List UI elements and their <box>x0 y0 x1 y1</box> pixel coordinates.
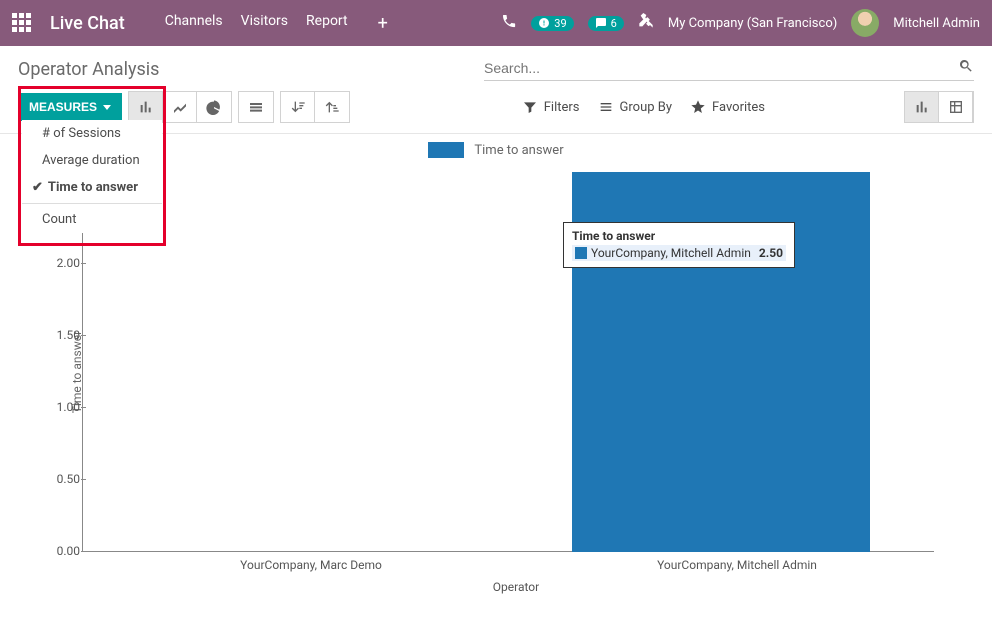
menu-report[interactable]: Report <box>306 13 348 34</box>
menu-visitors[interactable]: Visitors <box>241 13 288 34</box>
search-bar[interactable] <box>484 58 974 81</box>
measures-dropdown: # of Sessions Average duration ✔ Time to… <box>22 120 162 233</box>
measure-option-avg-duration[interactable]: Average duration <box>22 147 162 174</box>
groupby-button[interactable]: Group By <box>589 94 682 120</box>
activity-count: 39 <box>554 17 566 30</box>
measure-option-sessions[interactable]: # of Sessions <box>22 120 162 147</box>
groupby-label: Group By <box>620 100 673 115</box>
tooltip-series: YourCompany, Mitchell Admin <box>591 246 751 260</box>
caret-down-icon <box>103 105 111 110</box>
filters-button[interactable]: Filters <box>513 94 589 120</box>
page-title: Operator Analysis <box>18 59 159 80</box>
sort-desc-icon[interactable] <box>281 92 315 122</box>
activity-badge[interactable]: 39 <box>531 16 573 31</box>
view-switcher <box>904 91 974 123</box>
chart-plot: Time to answer 0.00 0.50 1.00 1.50 2.00 … <box>58 162 974 582</box>
ytick: 2.00 <box>50 256 80 270</box>
stacked-icon[interactable] <box>239 92 273 122</box>
chart-type-group <box>128 91 232 123</box>
user-name[interactable]: Mitchell Admin <box>893 16 980 31</box>
measure-option-time-to-answer[interactable]: ✔ Time to answer <box>22 174 162 201</box>
bar-chart-icon[interactable] <box>129 92 163 122</box>
settings-icon[interactable] <box>638 13 654 33</box>
plus-icon[interactable]: + <box>378 13 388 34</box>
chart-tooltip: Time to answer YourCompany, Mitchell Adm… <box>563 222 795 268</box>
stacked-group <box>238 91 274 123</box>
ytick: 1.50 <box>50 328 80 342</box>
xtick: YourCompany, Mitchell Admin <box>508 558 966 572</box>
ytick: 0.50 <box>50 472 80 486</box>
pivot-view-icon[interactable] <box>939 92 973 122</box>
tooltip-swatch <box>575 247 587 259</box>
measures-button[interactable]: MEASURES <box>18 93 122 121</box>
sort-group <box>280 91 350 123</box>
tooltip-value: 2.50 <box>759 246 783 260</box>
line-chart-icon[interactable] <box>163 92 197 122</box>
favorites-button[interactable]: Favorites <box>681 94 774 120</box>
ytick: 1.00 <box>50 400 80 414</box>
xtick: YourCompany, Marc Demo <box>82 558 540 572</box>
phone-icon[interactable] <box>501 13 517 33</box>
check-icon: ✔ <box>32 180 43 195</box>
search-icon[interactable] <box>958 58 974 78</box>
x-axis-label: Operator <box>493 580 539 594</box>
top-menu: Channels Visitors Report + <box>165 13 388 34</box>
sort-asc-icon[interactable] <box>315 92 349 122</box>
tooltip-title: Time to answer <box>572 229 786 243</box>
graph-view-icon[interactable] <box>905 92 939 122</box>
filters-label: Filters <box>544 100 580 115</box>
subheader: Operator Analysis <box>0 46 992 81</box>
app-brand[interactable]: Live Chat <box>50 13 125 34</box>
search-input[interactable] <box>484 60 958 76</box>
legend-label: Time to answer <box>474 143 563 158</box>
menu-channels[interactable]: Channels <box>165 13 223 34</box>
measure-option-count[interactable]: Count <box>22 206 162 233</box>
topbar: Live Chat Channels Visitors Report + 39 … <box>0 0 992 46</box>
ytick: 0.00 <box>50 544 80 558</box>
favorites-label: Favorites <box>712 100 765 115</box>
systray: 39 6 My Company (San Francisco) Mitchell… <box>501 9 980 37</box>
avatar[interactable] <box>851 9 879 37</box>
messages-count: 6 <box>611 17 617 30</box>
apps-icon[interactable] <box>12 13 32 33</box>
legend-swatch <box>428 142 464 158</box>
pie-chart-icon[interactable] <box>197 92 231 122</box>
measures-label: MEASURES <box>29 100 97 114</box>
company-name[interactable]: My Company (San Francisco) <box>668 16 837 31</box>
bars-layer <box>82 172 934 552</box>
messages-badge[interactable]: 6 <box>588 16 624 31</box>
